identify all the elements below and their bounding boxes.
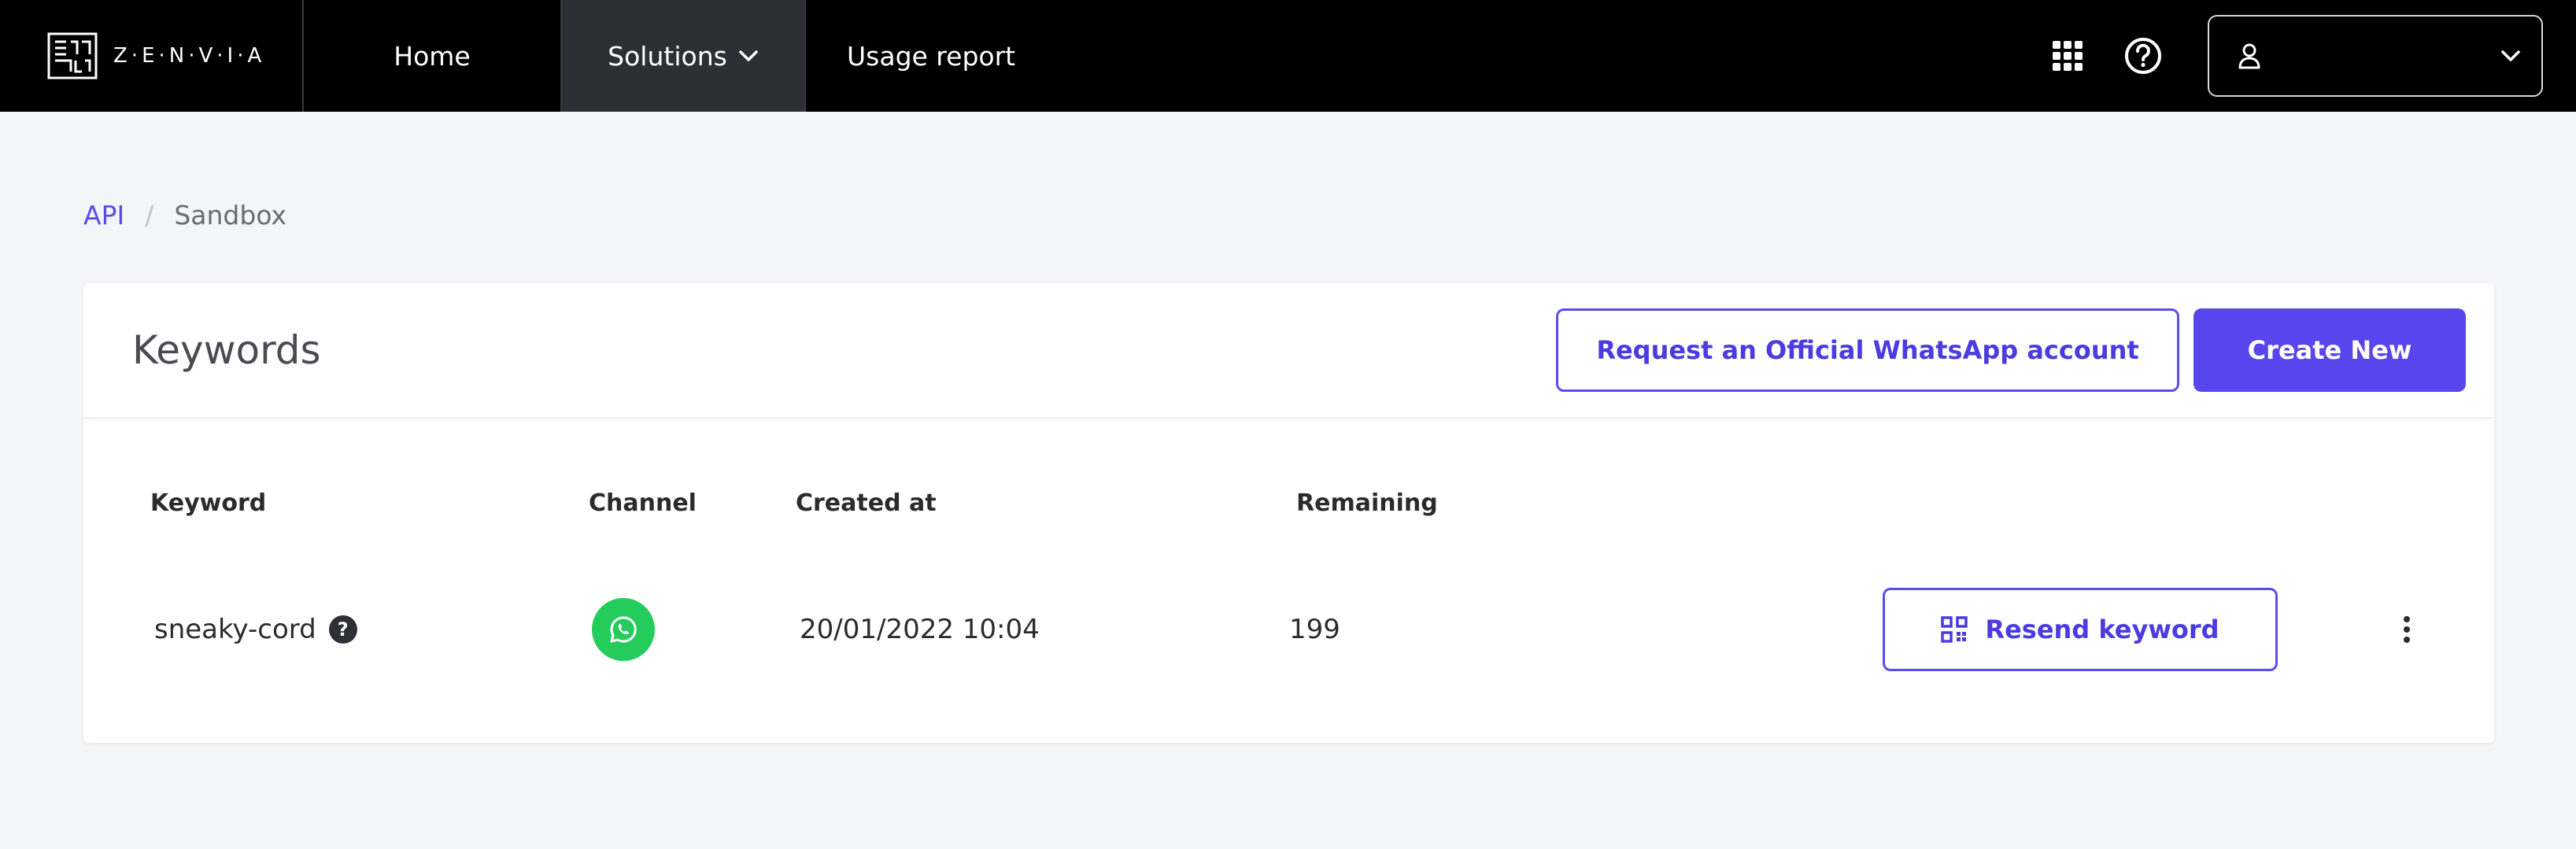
breadcrumb: API / Sandbox (83, 200, 286, 231)
column-header-channel: Channel (589, 489, 697, 517)
user-menu-dropdown[interactable] (2208, 15, 2543, 97)
zenvia-logo-mark-icon (47, 32, 98, 79)
breadcrumb-api-link[interactable]: API (83, 200, 124, 231)
created-at-cell: 20/01/2022 10:04 (800, 582, 1040, 677)
more-cell (2391, 582, 2423, 677)
whatsapp-glyph-icon (610, 616, 637, 643)
header-actions: Request an Official WhatsApp account Cre… (1556, 308, 2466, 392)
chevron-down-icon (739, 50, 758, 61)
qr-code-icon (1941, 616, 1968, 643)
apps-grid-icon (2053, 41, 2083, 71)
logo-text: Z·E·N·V·I·A (113, 44, 266, 68)
keyword-value: sneaky-cord (154, 614, 316, 645)
whatsapp-icon (592, 598, 655, 661)
created-at-value: 20/01/2022 10:04 (800, 614, 1040, 645)
kebab-menu-icon (2404, 616, 2410, 643)
nav-solutions-label: Solutions (608, 40, 727, 72)
keyword-cell: sneaky-cord ? (154, 582, 357, 677)
zenvia-logo[interactable]: Z·E·N·V·I·A (0, 0, 304, 112)
apps-grid-button[interactable] (2044, 32, 2091, 79)
help-circle-icon (2125, 38, 2161, 74)
table-header: Keyword Channel Created at Remaining (83, 489, 2494, 529)
more-options-button[interactable] (2391, 606, 2423, 653)
nav-home-label: Home (394, 40, 471, 72)
nav-right-actions (2044, 0, 2576, 112)
table-row: sneaky-cord ? 20/01/2022 10:04 199 Resen… (83, 582, 2494, 677)
request-whatsapp-account-button[interactable]: Request an Official WhatsApp account (1556, 308, 2179, 392)
breadcrumb-current: Sandbox (174, 200, 287, 231)
resend-keyword-label: Resend keyword (1985, 615, 2219, 644)
breadcrumb-separator: / (145, 200, 154, 231)
chevron-down-icon (2501, 50, 2520, 61)
column-header-keyword: Keyword (150, 489, 267, 517)
create-new-button[interactable]: Create New (2193, 308, 2466, 392)
keyword-help-icon[interactable]: ? (328, 615, 357, 644)
keywords-card: Keywords Request an Official WhatsApp ac… (83, 283, 2494, 743)
nav-usage-label: Usage report (847, 40, 1016, 72)
nav-home[interactable]: Home (304, 0, 562, 112)
resend-keyword-button[interactable]: Resend keyword (1883, 588, 2278, 671)
nav-solutions-dropdown[interactable]: Solutions (562, 0, 806, 112)
remaining-cell: 199 (1289, 582, 1340, 677)
resend-cell: Resend keyword (1883, 582, 2278, 677)
help-button[interactable] (2120, 32, 2167, 79)
channel-cell (592, 582, 655, 677)
remaining-value: 199 (1289, 614, 1340, 645)
card-header: Keywords Request an Official WhatsApp ac… (83, 283, 2494, 419)
page-title: Keywords (132, 327, 321, 373)
user-icon (2238, 43, 2260, 69)
nav-usage-report[interactable]: Usage report (806, 0, 1015, 112)
top-navbar: Z·E·N·V·I·A Home Solutions Usage report (0, 0, 2576, 112)
column-header-remaining: Remaining (1296, 489, 1438, 517)
column-header-created-at: Created at (796, 489, 937, 517)
